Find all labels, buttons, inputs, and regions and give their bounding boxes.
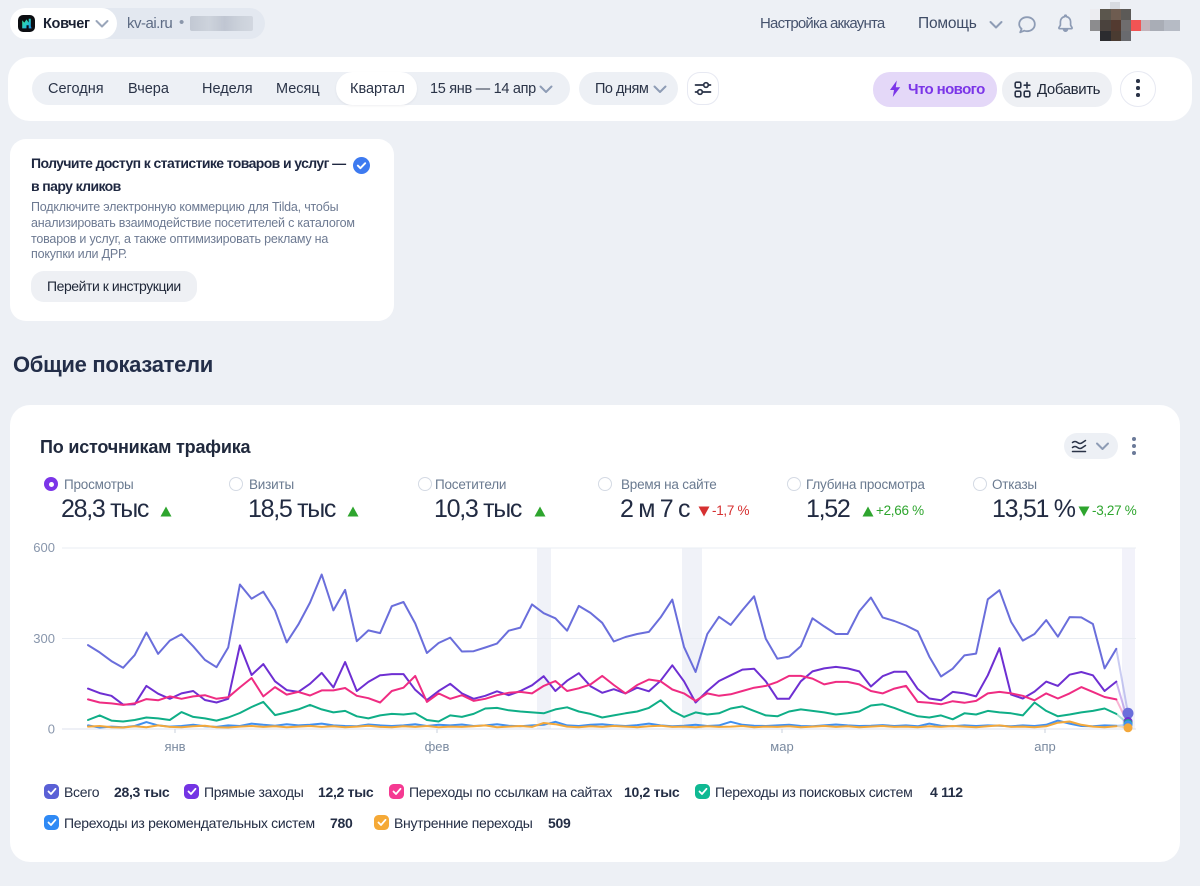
svg-text:0: 0: [48, 722, 55, 737]
svg-text:300: 300: [33, 631, 55, 646]
svg-text:янв: янв: [164, 739, 185, 754]
svg-text:апр: апр: [1034, 739, 1056, 754]
svg-text:фев: фев: [425, 739, 450, 754]
svg-text:мар: мар: [770, 739, 793, 754]
svg-text:600: 600: [33, 540, 55, 555]
